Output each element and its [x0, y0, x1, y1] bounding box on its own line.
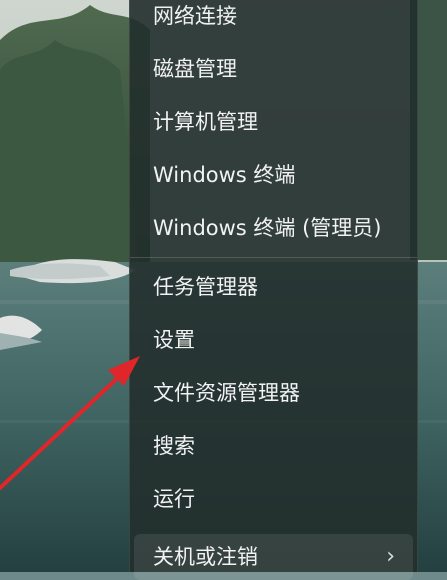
menu-item-label: 磁盘管理	[153, 57, 237, 81]
menu-item-label: 文件资源管理器	[153, 381, 300, 405]
menu-item-label: 设置	[153, 328, 195, 352]
menu-item-shutdown-or-sign-out[interactable]: 关机或注销 ›	[134, 534, 413, 580]
menu-item-computer-management[interactable]: 计算机管理	[134, 99, 413, 145]
menu-item-label: 运行	[153, 487, 195, 511]
menu-item-label: 网络连接	[153, 4, 237, 28]
menu-item-label: Windows 终端	[153, 163, 296, 187]
menu-item-disk-management[interactable]: 磁盘管理	[134, 46, 413, 92]
menu-item-task-manager[interactable]: 任务管理器	[134, 264, 413, 310]
menu-item-search[interactable]: 搜索	[134, 423, 413, 469]
menu-item-network-connections[interactable]: 网络连接	[134, 0, 413, 39]
menu-item-windows-terminal[interactable]: Windows 终端	[134, 152, 413, 198]
menu-item-run[interactable]: 运行	[134, 476, 413, 522]
menu-item-label: 搜索	[153, 434, 195, 458]
menu-item-label: 计算机管理	[153, 110, 258, 134]
context-menu: 网络连接 磁盘管理 计算机管理 Windows 终端 Windows 终端 (管…	[129, 0, 418, 580]
menu-item-windows-terminal-admin[interactable]: Windows 终端 (管理员)	[134, 205, 413, 251]
chevron-right-icon: ›	[386, 544, 395, 569]
menu-item-file-explorer[interactable]: 文件资源管理器	[134, 370, 413, 416]
menu-item-label: 任务管理器	[153, 275, 258, 299]
menu-item-label: 关机或注销	[153, 545, 258, 569]
menu-item-label: Windows 终端 (管理员)	[153, 216, 382, 240]
menu-separator	[130, 257, 417, 258]
menu-item-settings[interactable]: 设置	[134, 317, 413, 363]
